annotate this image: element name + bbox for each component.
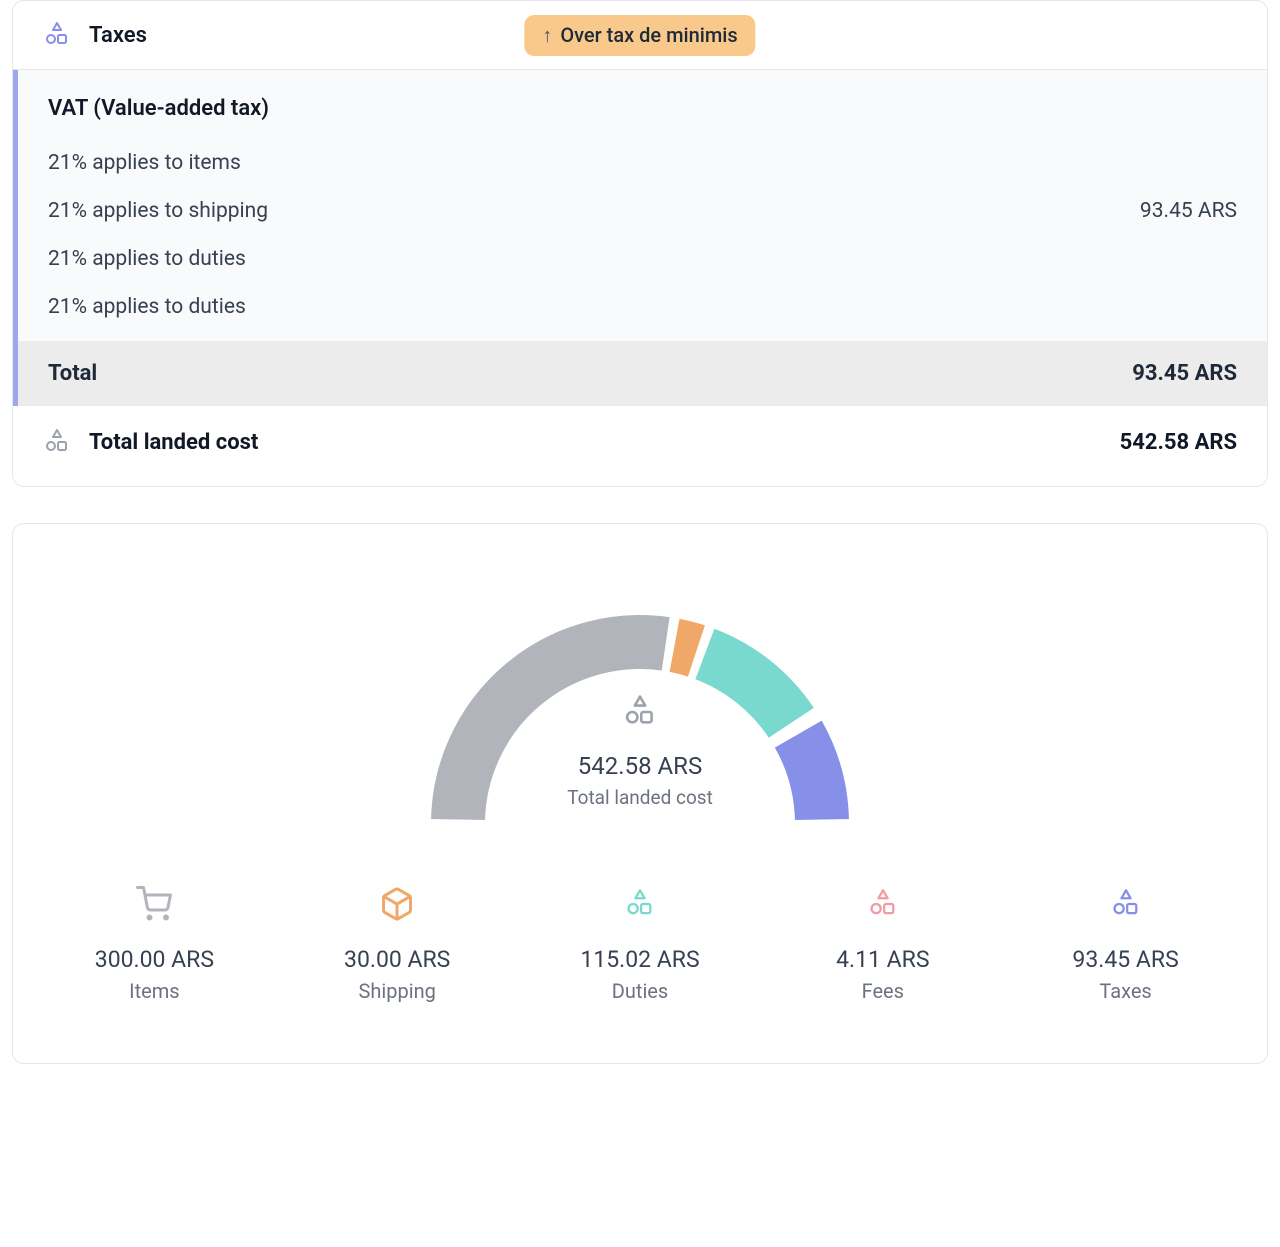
taxes-total-label: Total xyxy=(48,361,97,386)
legend-duties: 115.02 ARS Duties xyxy=(529,884,752,1003)
shapes-icon xyxy=(43,428,71,456)
taxes-title: Taxes xyxy=(89,23,147,48)
box-icon xyxy=(286,884,509,924)
vat-line-amount: 93.45 ARS xyxy=(1140,199,1237,223)
vat-line: 21% applies to duties xyxy=(48,283,1237,331)
taxes-total-value: 93.45 ARS xyxy=(1132,361,1237,386)
gauge-chart: 542.58 ARS Total landed cost xyxy=(370,564,910,834)
shapes-icon xyxy=(622,694,658,730)
vat-line-text: 21% applies to items xyxy=(48,151,241,175)
legend-label: Items xyxy=(43,979,266,1003)
legend-items: 300.00 ARS Items xyxy=(43,884,266,1003)
legend-label: Shipping xyxy=(286,979,509,1003)
vat-line: 21% applies to duties xyxy=(48,235,1237,283)
vat-line-text: 21% applies to shipping xyxy=(48,199,268,223)
vat-line: 21% applies to shipping 93.45 ARS xyxy=(48,187,1237,235)
legend-label: Fees xyxy=(771,979,994,1003)
legend-value: 300.00 ARS xyxy=(43,946,266,973)
vat-detail-block: VAT (Value-added tax) 21% applies to ite… xyxy=(13,70,1267,341)
total-landed-cost-row: Total landed cost 542.58 ARS xyxy=(13,406,1267,486)
legend-label: Taxes xyxy=(1014,979,1237,1003)
legend-value: 93.45 ARS xyxy=(1014,946,1237,973)
over-de-minimis-badge: ↑ Over tax de minimis xyxy=(524,15,755,56)
landed-cost-label: Total landed cost xyxy=(89,430,258,455)
shapes-icon xyxy=(771,884,994,924)
shapes-icon xyxy=(43,21,71,49)
legend-fees: 4.11 ARS Fees xyxy=(771,884,994,1003)
legend-value: 115.02 ARS xyxy=(529,946,752,973)
legend-label: Duties xyxy=(529,979,752,1003)
legend-value: 4.11 ARS xyxy=(771,946,994,973)
badge-text: Over tax de minimis xyxy=(560,23,737,47)
taxes-total-row: Total 93.45 ARS xyxy=(13,341,1267,406)
cart-icon xyxy=(43,884,266,924)
gauge-total-value: 542.58 ARS xyxy=(370,752,910,780)
shapes-icon xyxy=(529,884,752,924)
taxes-header: Taxes ↑ Over tax de minimis xyxy=(13,1,1267,70)
gauge-wrap: 542.58 ARS Total landed cost xyxy=(43,564,1237,834)
landed-cost-chart-card: 542.58 ARS Total landed cost 300.00 ARS … xyxy=(12,523,1268,1064)
taxes-card: Taxes ↑ Over tax de minimis VAT (Value-a… xyxy=(12,0,1268,487)
vat-line-text: 21% applies to duties xyxy=(48,247,246,271)
legend-value: 30.00 ARS xyxy=(286,946,509,973)
gauge-center: 542.58 ARS Total landed cost xyxy=(370,694,910,809)
landed-cost-value: 542.58 ARS xyxy=(1120,430,1237,455)
shapes-icon xyxy=(1014,884,1237,924)
legend-taxes: 93.45 ARS Taxes xyxy=(1014,884,1237,1003)
vat-title: VAT (Value-added tax) xyxy=(48,96,1237,121)
gauge-total-label: Total landed cost xyxy=(370,786,910,809)
chart-legend: 300.00 ARS Items 30.00 ARS Shipping xyxy=(43,884,1237,1003)
vat-line: 21% applies to items xyxy=(48,139,1237,187)
arrow-up-icon: ↑ xyxy=(542,23,552,48)
vat-line-text: 21% applies to duties xyxy=(48,295,246,319)
legend-shipping: 30.00 ARS Shipping xyxy=(286,884,509,1003)
